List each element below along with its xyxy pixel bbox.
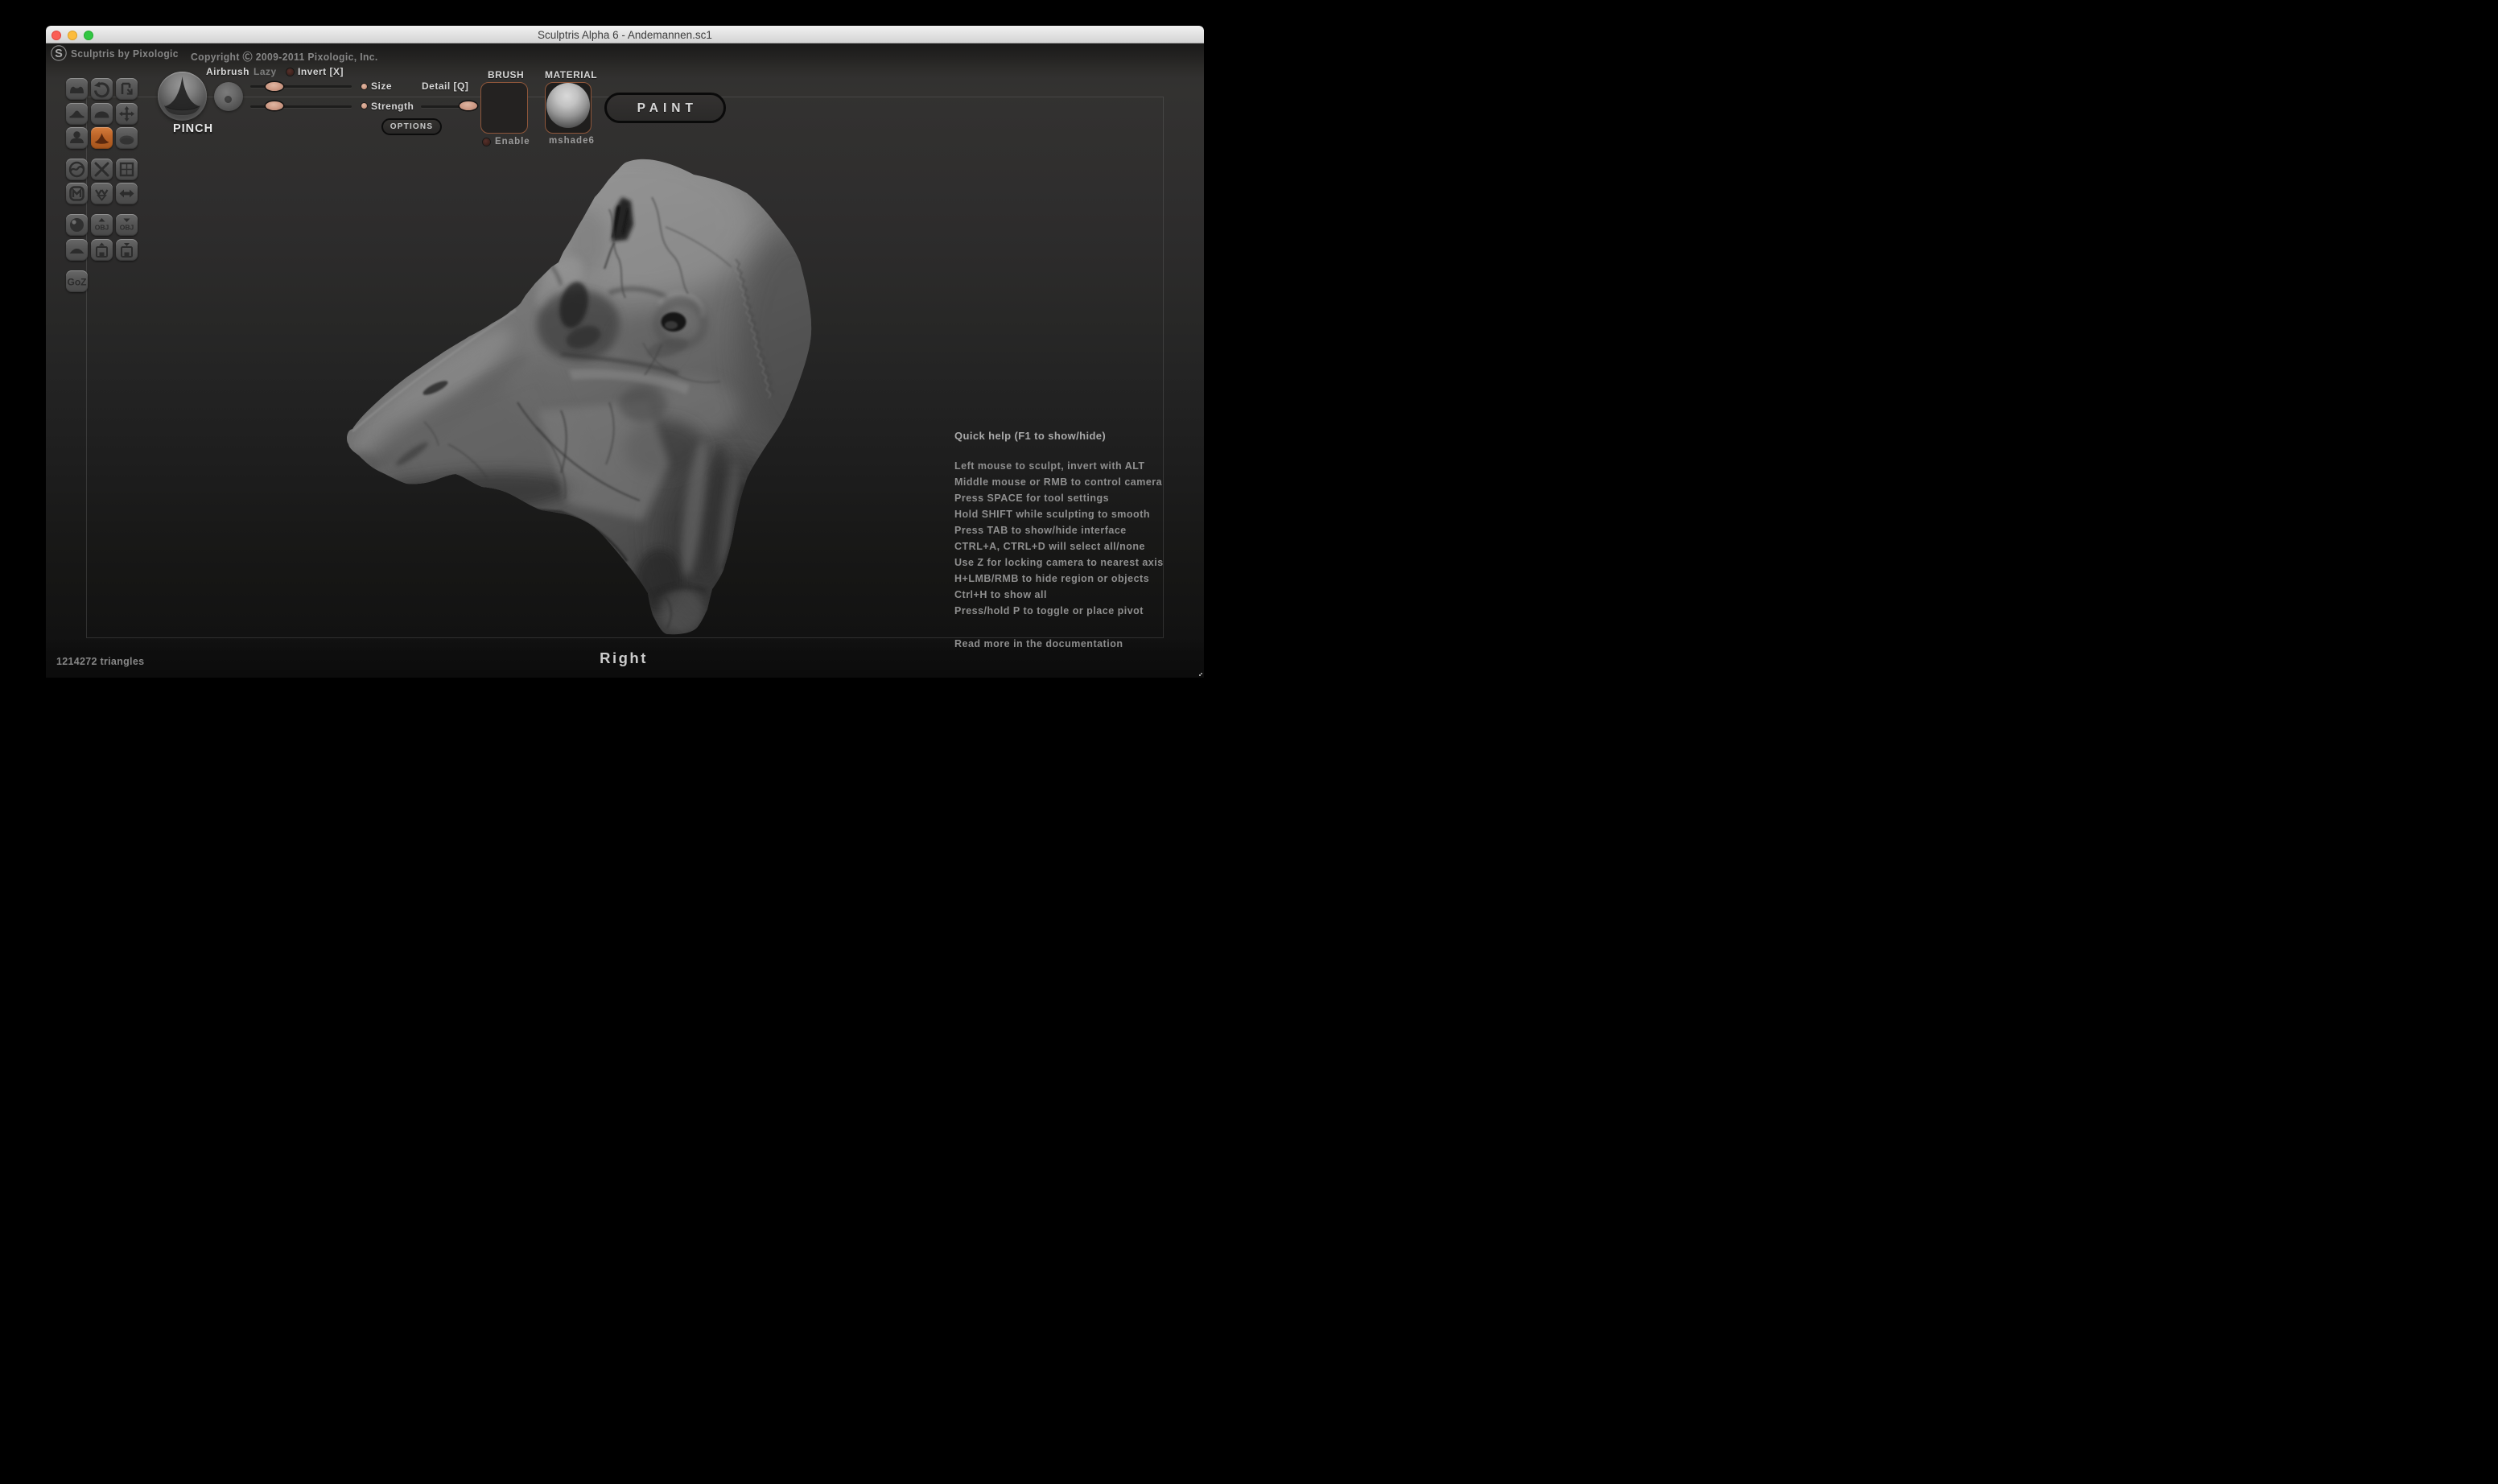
svg-text:OBJ: OBJ: [120, 223, 134, 231]
svg-text:GoZ: GoZ: [67, 276, 86, 287]
svg-text:S: S: [55, 47, 63, 60]
svg-text:OBJ: OBJ: [95, 223, 109, 231]
